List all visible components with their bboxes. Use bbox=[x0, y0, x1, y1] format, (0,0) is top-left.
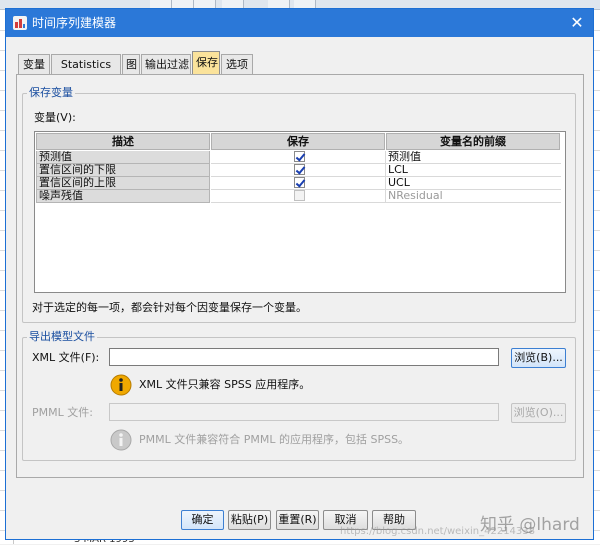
info-icon-disabled bbox=[110, 429, 132, 451]
save-checkbox bbox=[293, 190, 305, 201]
save-checkbox[interactable] bbox=[293, 151, 305, 162]
save-variables-table: 描述 保存 变量名的前缀 预测值 预测值 置信区间的下限 LCL 置信区间的上限… bbox=[34, 131, 566, 293]
spss-app-icon bbox=[13, 16, 27, 30]
watermark-brand: 知乎 @lhard bbox=[480, 515, 580, 535]
pmml-info-message: PMML 文件兼容符合 PMML 的应用程序，包括 SPSS。 bbox=[139, 433, 410, 446]
tab-statistics[interactable]: Statistics bbox=[51, 54, 121, 75]
reset-button[interactable]: 重置(R) bbox=[276, 510, 319, 530]
row-description: 置信区间的上限 bbox=[36, 177, 210, 190]
time-series-modeler-dialog: 时间序列建模器 ✕ 变量 Statistics 图 输出过滤 保存 选项 保存变… bbox=[5, 8, 594, 540]
save-variables-note: 对于选定的每一项，都会针对每个因变量保存一个变量。 bbox=[32, 301, 307, 314]
pmml-file-label: PMML 文件: bbox=[32, 406, 93, 419]
info-icon bbox=[110, 374, 132, 396]
tab-options[interactable]: 选项 bbox=[221, 54, 253, 75]
save-checkbox-cell bbox=[211, 177, 386, 190]
column-header-prefix[interactable]: 变量名的前缀 bbox=[386, 133, 560, 150]
ok-button[interactable]: 确定 bbox=[181, 510, 224, 530]
tab-output-filter[interactable]: 输出过滤 bbox=[141, 54, 191, 75]
column-header-description[interactable]: 描述 bbox=[36, 133, 210, 150]
prefix-field[interactable]: UCL bbox=[386, 177, 561, 190]
pmml-browse-button: 浏览(O)... bbox=[511, 403, 566, 423]
row-description: 置信区间的下限 bbox=[36, 164, 210, 177]
xml-file-label: XML 文件(F): bbox=[32, 351, 100, 364]
paste-button[interactable]: 粘贴(P) bbox=[228, 510, 271, 530]
dialog-title: 时间序列建模器 bbox=[32, 16, 117, 30]
prefix-field[interactable]: LCL bbox=[386, 164, 561, 177]
dialog-titlebar[interactable]: 时间序列建模器 ✕ bbox=[6, 9, 593, 37]
xml-file-input[interactable] bbox=[109, 348, 499, 366]
column-header-save[interactable]: 保存 bbox=[211, 133, 385, 150]
prefix-field[interactable]: 预测值 bbox=[386, 151, 561, 164]
save-checkbox-cell bbox=[211, 190, 386, 203]
pmml-file-input bbox=[109, 403, 499, 421]
close-icon[interactable]: ✕ bbox=[566, 12, 588, 34]
save-checkbox-cell bbox=[211, 164, 386, 177]
xml-browse-button[interactable]: 浏览(B)... bbox=[511, 348, 566, 368]
export-model-group-title: 导出模型文件 bbox=[27, 330, 97, 344]
prefix-field: NResidual bbox=[386, 190, 561, 203]
tab-variables[interactable]: 变量 bbox=[18, 54, 50, 75]
save-checkbox-cell bbox=[211, 151, 386, 164]
save-checkbox[interactable] bbox=[293, 164, 305, 175]
xml-info-message: XML 文件只兼容 SPSS 应用程序。 bbox=[139, 378, 311, 391]
variables-label: 变量(V): bbox=[34, 111, 76, 124]
tab-plots[interactable]: 图 bbox=[122, 54, 140, 75]
save-checkbox[interactable] bbox=[293, 177, 305, 188]
row-description: 预测值 bbox=[36, 151, 210, 164]
row-description: 噪声残值 bbox=[36, 190, 210, 203]
tab-save[interactable]: 保存 bbox=[192, 51, 220, 75]
save-variables-group-title: 保存变量 bbox=[27, 86, 75, 100]
